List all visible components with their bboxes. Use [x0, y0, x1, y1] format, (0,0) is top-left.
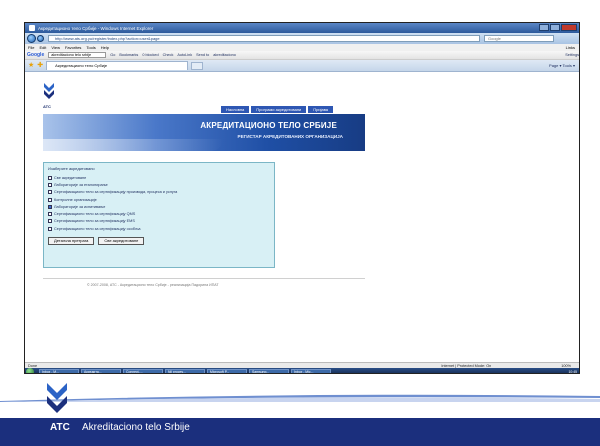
filter-option[interactable]: Лабораторије за еталонирање [48, 181, 270, 188]
site-logo-text: ATC [43, 104, 51, 109]
bookmarks-button[interactable]: Bookmarks [119, 53, 138, 57]
ie-icon [29, 25, 35, 31]
banner-title: АКРЕДИТАЦИОНО ТЕЛО СРБИЈЕ [200, 121, 337, 130]
menu-help[interactable]: Help [101, 45, 109, 50]
filter-heading: Изаберите акредитовано [48, 166, 95, 171]
tab-active[interactable]: Акредитационо тело Србије [46, 61, 189, 70]
menu-favorites[interactable]: Favorites [65, 45, 81, 50]
system-clock: 10:45 [568, 369, 578, 374]
nav-tab-programs[interactable]: Програми акредитовани [251, 106, 307, 113]
new-tab-button[interactable] [191, 61, 204, 70]
address-row: http://www.ats.org.yu/register/index.php… [25, 33, 579, 44]
checkbox-checked[interactable] [48, 204, 52, 209]
browser-screenshot: Акредитационо тело Србије - Windows Inte… [24, 22, 580, 374]
filter-option[interactable]: Сертификационо тело за сертификацију про… [48, 189, 270, 196]
command-bar[interactable]: Page ▾ Tools ▾ [549, 63, 575, 68]
menu-tools[interactable]: Tools [86, 45, 95, 50]
links-label[interactable]: Links [566, 45, 575, 50]
window-title: Акредитационо тело Србије - Windows Inte… [38, 25, 154, 31]
menu-bar: File Edit View Favorites Tools Help Link… [25, 44, 579, 51]
filter-option[interactable]: Лабораторије за испитивање [48, 203, 270, 210]
taskbar-item[interactable]: Акредита... [81, 369, 121, 373]
checkbox[interactable] [48, 182, 52, 187]
checkbox[interactable] [48, 212, 52, 217]
filter-option[interactable]: Сертификационо тело за сертификацију EMS [48, 218, 270, 225]
site-nav: Насловна Програми акредитовани Пријава [221, 106, 334, 113]
favorites-star-icon[interactable]: ★ [28, 62, 34, 69]
banner-subtitle: РЕГИСТАР АКРЕДИТОВАНИХ ОРГАНИЗАЦИЈА [237, 134, 343, 139]
search-input[interactable]: Google [484, 35, 554, 42]
filter-option[interactable]: Сертификационо тело за сертификацију QMS [48, 210, 270, 217]
popup-blocked-button[interactable]: 0 blocked [142, 53, 158, 57]
menu-view[interactable]: View [51, 45, 60, 50]
tab-row: ★ ✚ Акредитационо тело Србије Page ▾ Too… [25, 60, 579, 72]
highlight-term-button[interactable]: akreditaciono [213, 53, 236, 57]
nav-tab-home[interactable]: Насловна [221, 106, 250, 113]
checkbox[interactable] [48, 190, 52, 195]
site-footer: © 2007-2008, АТС - Акредитационо тело Ср… [87, 283, 219, 287]
check-button[interactable]: Check [163, 53, 174, 57]
google-go-button[interactable]: Go [110, 53, 115, 57]
slide: Акредитационо тело Србије - Windows Inte… [0, 0, 600, 446]
address-bar[interactable]: http://www.ats.org.yu/register/index.php… [48, 35, 480, 42]
zoom-level[interactable]: 100% [561, 364, 571, 368]
taskbar-item[interactable]: Inbox - Mic... [291, 369, 331, 373]
minimize-button[interactable] [539, 24, 549, 31]
menu-edit[interactable]: Edit [39, 45, 46, 50]
accreditation-filter: Изаберите акредитовано Све акредитоване … [43, 162, 275, 268]
site-banner: АКРЕДИТАЦИОНО ТЕЛО СРБИЈЕ РЕГИСТАР АКРЕД… [43, 114, 365, 151]
filter-option[interactable]: Контролне организације [48, 196, 270, 203]
forward-button[interactable] [37, 35, 44, 42]
footer-divider [43, 278, 365, 279]
window-title-bar: Акредитационо тело Србије - Windows Inte… [25, 23, 579, 33]
google-settings-button[interactable]: Settings [565, 53, 579, 57]
nav-tab-login[interactable]: Пријава [308, 106, 334, 113]
menu-file[interactable]: File [28, 45, 34, 50]
filter-option[interactable]: Сертификационо тело за сертификацију осо… [48, 225, 270, 232]
maximize-button[interactable] [550, 24, 560, 31]
send-to-button[interactable]: Send to [196, 53, 209, 57]
checkbox[interactable] [48, 175, 52, 180]
taskbar-item[interactable]: Nil proces... [165, 369, 205, 373]
status-text: Done [28, 363, 38, 368]
back-button[interactable] [27, 34, 36, 43]
slide-footer-band: ATC Akreditaciono telo Srbije [0, 418, 600, 446]
checkbox[interactable] [48, 219, 52, 224]
add-favorites-icon[interactable]: ✚ [37, 62, 43, 69]
google-search-field[interactable]: akreditaciono telo srbije [48, 52, 107, 58]
taskbar-item[interactable]: Inbox - M... [39, 369, 79, 373]
site-logo: ATC [43, 82, 55, 110]
close-button[interactable] [561, 24, 577, 31]
atc-label: ATC [50, 422, 70, 433]
atc-logo-icon [44, 83, 54, 99]
checkbox[interactable] [48, 226, 52, 231]
detailed-search-button[interactable]: Детаљна претрага [48, 237, 95, 246]
taskbar-item[interactable]: Connect-... [123, 369, 163, 373]
autolink-button[interactable]: AutoLink [177, 53, 192, 57]
organization-name: Akreditaciono telo Srbije [82, 422, 190, 433]
google-toolbar: Google akreditaciono telo srbije Go Book… [25, 51, 579, 60]
decorative-swoosh [0, 394, 600, 402]
checkbox[interactable] [48, 197, 52, 202]
filter-option[interactable]: Све акредитоване [48, 174, 270, 181]
taskbar-item[interactable]: Microsoft P... [207, 369, 247, 373]
google-logo: Google [27, 52, 45, 58]
start-button[interactable] [26, 368, 34, 373]
atc-logo-icon [47, 383, 67, 413]
all-accredited-button[interactable]: Све акредитоване [98, 237, 145, 246]
taskbar-item[interactable]: Samsung... [249, 369, 289, 373]
web-page: ATC Насловна Програми акредитовани Прија… [25, 72, 579, 362]
security-zone[interactable]: Internet | Protected Mode: On [441, 364, 491, 368]
windows-taskbar: Inbox - M... Акредита... Connect-... Nil… [25, 368, 579, 374]
